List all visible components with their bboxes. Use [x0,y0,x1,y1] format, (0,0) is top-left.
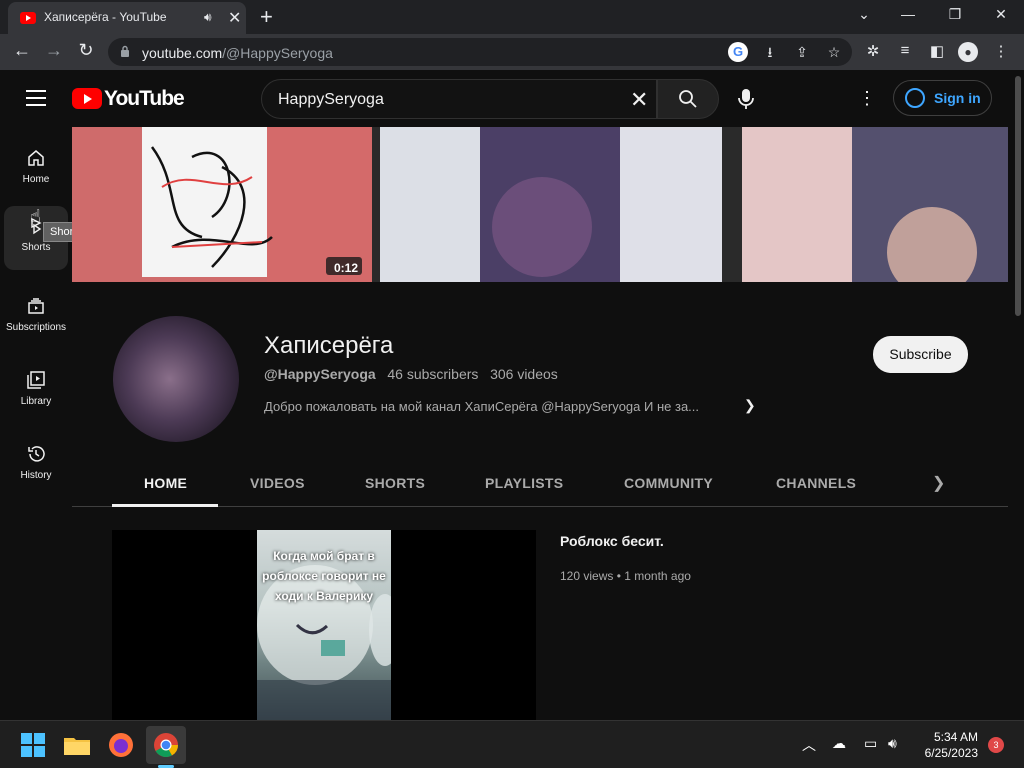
logo-text: YouTube [104,87,185,110]
tab-title: Хаписерёга - YouTube [44,10,167,24]
sidebar-item-library[interactable]: Library [4,360,68,424]
home-icon [28,150,44,166]
channel-handle: @HappySeryoga [264,366,376,382]
search-button[interactable] [657,79,719,119]
close-window-button[interactable]: ✕ [989,6,1013,23]
file-explorer-icon[interactable] [62,730,92,760]
search-input[interactable]: HappySeryoga ✕ [261,79,657,119]
channel-banner: 0:12 [72,127,1008,282]
browser-titlebar: Хаписерёга - YouTube 🔊︎ ✕ + ⌄ — ❐ ✕ [0,0,1024,34]
profile-icon[interactable]: ● [958,42,978,62]
video-meta: 120 views • 1 month ago [560,569,691,583]
channel-name: Хаписерёга [264,332,394,359]
clock-date[interactable]: 6/25/2023 [914,746,978,760]
speaker-icon[interactable]: 🔊︎ [204,10,212,25]
tab-channels[interactable]: CHANNELS [776,475,856,491]
youtube-header: YouTube HappySeryoga ✕ ⋮ Sign in [0,70,1012,126]
sidebar-item-history[interactable]: History [4,434,68,498]
forward-button[interactable]: → [42,40,66,61]
scrollbar-thumb[interactable] [1015,76,1021,316]
sidebar-item-home[interactable]: Home [4,138,68,202]
lock-icon [121,45,129,57]
search-value[interactable]: HappySeryoga [278,91,384,109]
restore-button[interactable]: ❐ [943,6,967,23]
page-scrollbar[interactable] [1012,70,1024,720]
subscribe-button[interactable]: Subscribe [873,336,968,373]
tabs-next-chevron-icon[interactable]: ❯ [932,473,945,493]
windows-taskbar: ︿ ☁ ▭ 🔊︎ 5:34 AM 6/25/2023 3 [0,720,1024,768]
history-icon [28,446,45,462]
sign-in-button[interactable]: Sign in [893,80,992,116]
channel-description[interactable]: Добро пожаловать на мой канал ХапиСерёга… [264,399,699,414]
media-controls-icon[interactable]: ≡ [894,42,916,59]
url-text[interactable]: youtube.com/@HappySeryoga [142,45,333,61]
firefox-icon[interactable] [106,730,136,760]
install-app-icon[interactable]: ⭳ [760,42,780,62]
show-hidden-icons-chevron-icon[interactable]: ︿ [802,735,816,755]
extensions-icon[interactable]: ✲ [862,42,884,60]
video-frame: Когда мой брат в роблоксе говорит не ход… [257,530,391,720]
bookmark-star-icon[interactable]: ☆ [824,42,844,62]
active-tab-indicator [112,504,218,507]
search-icon [679,90,697,108]
network-icon[interactable]: ▭ [864,735,877,752]
channel-avatar[interactable] [113,316,239,442]
tab-shorts[interactable]: SHORTS [365,475,425,491]
browser-tab[interactable]: Хаписерёга - YouTube 🔊︎ ✕ [8,2,246,34]
hand-cursor-icon: ☝︎ [30,206,41,226]
microphone-icon[interactable] [730,83,762,115]
reload-button[interactable]: ↻ [74,40,98,61]
hamburger-menu-icon[interactable] [26,90,46,106]
clock-time[interactable]: 5:34 AM [930,730,978,744]
tab-videos[interactable]: VIDEOS [250,475,305,491]
sidebar-item-label: Library [20,396,52,407]
onedrive-cloud-icon[interactable]: ☁ [832,735,846,752]
banner-image [72,127,1008,282]
address-bar[interactable]: youtube.com/@HappySeryoga G ⭳ ⇪ ☆ [108,38,852,66]
video-count: 306 videos [490,366,558,382]
tab-search-chevron-icon[interactable]: ⌄ [852,6,876,23]
chrome-icon[interactable] [151,730,181,760]
chrome-menu-icon[interactable]: ⋮ [990,42,1012,60]
notification-badge[interactable]: 3 [988,737,1004,753]
volume-icon[interactable]: 🔊︎ [888,735,897,752]
new-tab-button[interactable]: + [260,4,273,30]
tab-home[interactable]: HOME [144,475,187,491]
duration-badge: 0:12 [334,261,359,275]
tab-playlists[interactable]: PLAYLISTS [485,475,563,491]
channel-meta: @HappySeryoga 46 subscribers 306 videos [264,366,558,382]
subscriber-count: 46 subscribers [387,366,479,382]
sidebar-item-label: Shorts [21,242,51,253]
close-tab-icon[interactable]: ✕ [228,8,241,28]
google-lens-icon[interactable]: G [728,42,748,62]
settings-kebab-icon[interactable]: ⋮ [858,88,876,109]
side-panel-icon[interactable]: ◧ [926,42,948,60]
account-circle-icon [905,88,925,108]
youtube-favicon-icon [20,12,36,24]
share-icon[interactable]: ⇪ [792,42,812,62]
youtube-play-icon [72,88,102,109]
chevron-right-icon[interactable]: ❯ [744,397,756,414]
video-title[interactable]: Роблокс бесит. [560,533,664,549]
sidebar-item-label: Subscriptions [5,322,67,333]
back-button[interactable]: ← [10,40,34,61]
clear-search-icon[interactable]: ✕ [630,87,648,113]
sidebar-item-label: History [20,470,52,481]
library-icon [27,371,45,389]
minimize-button[interactable]: — [896,6,920,22]
tab-community[interactable]: COMMUNITY [624,475,713,491]
video-caption: Когда мой брат в роблоксе говорит не ход… [262,549,386,603]
subscriptions-icon [28,298,44,314]
browser-toolbar: ← → ↻ youtube.com/@HappySeryoga G ⭳ ⇪ ☆ … [0,34,1024,70]
sidebar-item-subscriptions[interactable]: Subscriptions [4,286,68,350]
windows-start-icon[interactable] [18,730,48,760]
sidebar-item-label: Home [22,174,50,185]
sign-in-label: Sign in [934,90,981,106]
featured-video-player[interactable]: Когда мой брат в роблоксе говорит не ход… [112,530,536,720]
